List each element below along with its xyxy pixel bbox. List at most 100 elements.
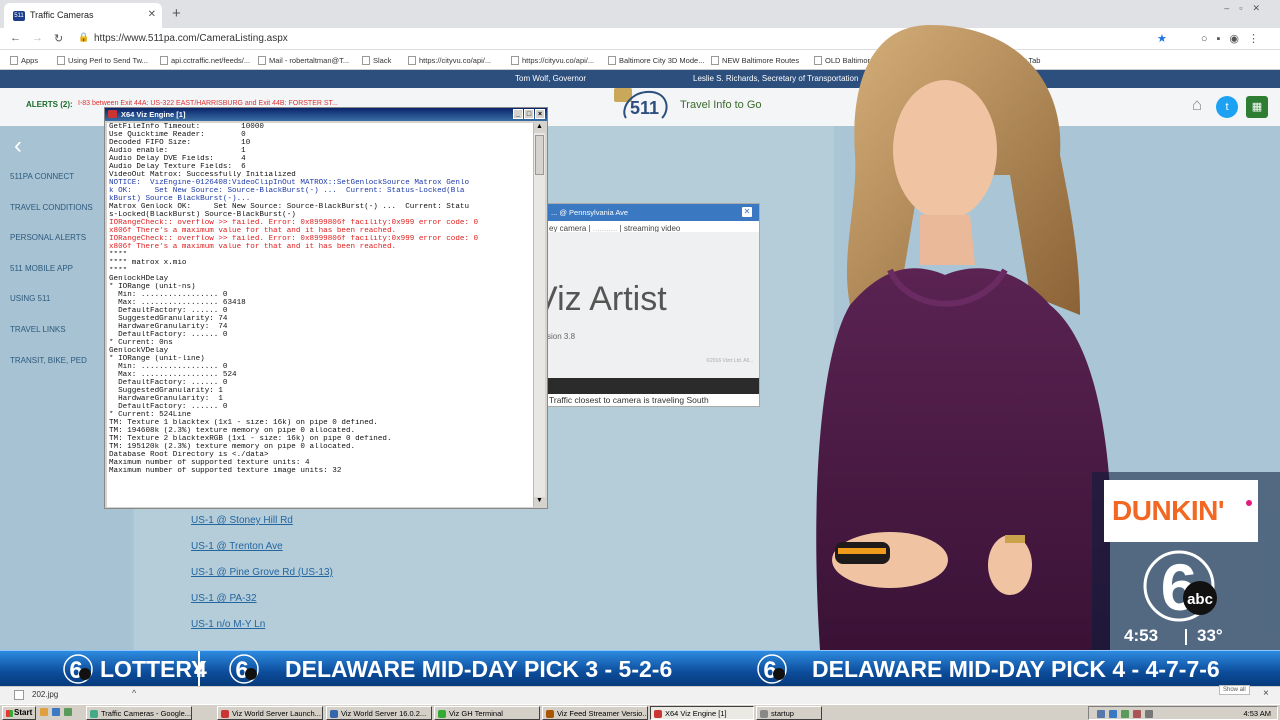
app-icon: [438, 710, 446, 718]
console-line: IORangeCheck:: overflow >> failed. Error…: [109, 219, 479, 227]
taskbar-button-label: startup: [771, 709, 794, 718]
splash-version: sion 3.8: [547, 332, 576, 341]
taskbar-button[interactable]: Viz GH Terminal: [434, 706, 540, 720]
ticker-text: 4: [194, 656, 207, 682]
tray-icon[interactable]: [1121, 710, 1129, 718]
taskbar-button[interactable]: Traffic Cameras - Google...: [86, 706, 192, 720]
map-icon[interactable]: ▦: [1246, 96, 1268, 118]
console-line: SuggestedGranularity: 74: [109, 315, 228, 323]
sidebar-item[interactable]: USING 511: [10, 294, 50, 303]
sponsor-logo: DUNKIN': [1104, 480, 1258, 542]
alert-ticker-text[interactable]: I-83 between Exit 44A: US-322 EAST/HARRI…: [78, 100, 338, 107]
app-icon: [221, 710, 229, 718]
camera-link[interactable]: US-1 @ Pine Grove Rd (US-13): [191, 567, 333, 578]
quicklaunch-ie-icon[interactable]: [52, 708, 60, 716]
taskbar-button[interactable]: Viz Feed Streamer Versio...: [542, 706, 648, 720]
bookmark-item[interactable]: https://cityvu.co/api/...: [408, 56, 491, 65]
console-line: IORangeCheck:: overflow >> failed. Error…: [109, 235, 479, 243]
twitter-icon[interactable]: t: [1216, 96, 1238, 118]
tagline: Travel Info to Go: [680, 99, 762, 111]
camera-image: [547, 378, 759, 394]
bookmark-label: Mail - robertaltman@T...: [269, 56, 350, 65]
console-line: * Current: 524Line: [109, 411, 192, 419]
taskbar-clock[interactable]: 4:53 AM: [1243, 709, 1271, 718]
scroll-down-icon[interactable]: ▼: [534, 497, 545, 507]
channel-6-icon: 6: [757, 654, 787, 684]
bookmark-page-icon: [160, 56, 168, 65]
scroll-up-icon[interactable]: ▲: [534, 123, 545, 133]
console-scrollbar[interactable]: ▲ ▼: [533, 123, 545, 507]
bookmark-item[interactable]: api.cctraffic.net/feeds/...: [160, 56, 250, 65]
browser-tab[interactable]: 511 Traffic Cameras ✕: [4, 3, 162, 28]
tray-icon[interactable]: [1145, 710, 1153, 718]
sidebar-item[interactable]: PERSONAL ALERTS: [10, 233, 86, 242]
bookmark-star-icon[interactable]: ★: [1157, 32, 1167, 45]
home-icon[interactable]: ⌂: [1186, 94, 1208, 116]
taskbar-button-label: Viz GH Terminal: [449, 709, 503, 718]
extensions-menu-icons[interactable]: ○▪◉⋮: [1201, 32, 1268, 45]
popup-title-bar: ... @ Pennsylvania Ave ✕: [547, 204, 759, 221]
taskbar-button[interactable]: Viz World Server Launch...: [217, 706, 323, 720]
bookmark-item[interactable]: Slack: [362, 56, 391, 65]
start-button[interactable]: Start: [2, 706, 36, 720]
quicklaunch-icon[interactable]: [40, 708, 48, 716]
taskbar-button-label: Viz World Server Launch...: [232, 709, 321, 718]
close-downloads-button[interactable]: ×: [1263, 688, 1269, 699]
sidebar-item[interactable]: TRAVEL CONDITIONS: [10, 203, 93, 212]
channel-6-icon: 6: [63, 654, 93, 684]
console-line: NOTICE: VizEngine-0126408:VideoClipInOut…: [109, 179, 470, 187]
alerts-label[interactable]: ALERTS (2):: [26, 100, 73, 109]
quicklaunch-desktop-icon[interactable]: [64, 708, 72, 716]
sidebar-item[interactable]: 511PA CONNECT: [10, 172, 74, 181]
app-icon: [546, 710, 554, 718]
app-icon: [760, 710, 768, 718]
close-button[interactable]: ×: [535, 109, 545, 119]
maximize-button[interactable]: □: [524, 109, 534, 119]
news-ticker: 6 LOTTERY 4 6 DELAWARE MID-DAY PICK 3 - 5-2-…: [0, 650, 1280, 687]
bookmark-item[interactable]: Mail - robertaltman@T...: [258, 56, 349, 65]
windows-logo-icon: [6, 710, 13, 717]
lock-icon: 🔒: [78, 32, 90, 42]
console-title-bar[interactable]: X64 Viz Engine [1] _ □ ×: [105, 108, 547, 121]
download-menu-chevron[interactable]: ^: [132, 688, 136, 698]
tray-icon[interactable]: [1097, 710, 1105, 718]
camera-link[interactable]: US-1 @ Stoney Hill Rd: [191, 515, 293, 526]
show-all-button[interactable]: Show all: [1219, 685, 1250, 695]
back-arrow-icon[interactable]: ←: [10, 32, 21, 44]
camera-link[interactable]: US-1 @ PA-32: [191, 593, 257, 604]
taskbar-button-label: Viz World Server 16.0.2...: [341, 709, 427, 718]
taskbar-button[interactable]: startup: [756, 706, 822, 720]
camera-link[interactable]: US-1 n/o M-Y Ln: [191, 619, 265, 630]
taskbar-button[interactable]: X64 Viz Engine [1]: [650, 706, 754, 720]
scroll-thumb[interactable]: [535, 135, 544, 175]
new-tab-button[interactable]: +: [172, 5, 181, 22]
reload-icon[interactable]: ↻: [54, 32, 63, 45]
app-icon: [330, 710, 338, 718]
taskbar-button[interactable]: Viz World Server 16.0.2...: [326, 706, 432, 720]
console-line: Database Root Directory is <./data>: [109, 451, 269, 459]
previous-arrow-icon[interactable]: ‹: [14, 132, 22, 160]
console-line: * Current: 0ns: [109, 339, 173, 347]
511-logo[interactable]: 511: [612, 80, 672, 126]
close-tab-icon[interactable]: ✕: [148, 9, 156, 20]
sidebar-item[interactable]: 511 MOBILE APP: [10, 264, 73, 273]
bookmark-item[interactable]: Baltimore City 3D Mode...: [608, 56, 704, 65]
bookmark-item[interactable]: Apps: [10, 56, 38, 65]
console-line: Max: ................. 63418: [109, 299, 246, 307]
console-output[interactable]: GetFileInfo Timeout: 10000 Use Quicktime …: [107, 123, 535, 507]
forward-arrow-icon[interactable]: →: [32, 32, 43, 44]
console-line: s-Locked(BlackBurst) Source-BlackBurst(-…: [109, 211, 296, 219]
apps-grid-icon: [10, 56, 18, 65]
bookmark-item[interactable]: Using Perl to Send Tw...: [57, 56, 148, 65]
bookmark-item[interactable]: https://cityvu.co/api/...: [511, 56, 594, 65]
download-file[interactable]: 202.jpg: [32, 690, 58, 699]
tray-icon[interactable]: [1109, 710, 1117, 718]
sidebar-item[interactable]: TRANSIT, BIKE, PED: [10, 356, 87, 365]
sidebar-item[interactable]: TRAVEL LINKS: [10, 325, 66, 334]
tray-icon[interactable]: [1133, 710, 1141, 718]
minimize-button[interactable]: _: [513, 109, 523, 119]
popup-close-icon[interactable]: ✕: [742, 207, 752, 217]
window-controls[interactable]: –▫✕: [1224, 3, 1270, 14]
camera-link[interactable]: US-1 @ Trenton Ave: [191, 541, 283, 552]
url-field[interactable]: https://www.511pa.com/CameraListing.aspx: [94, 33, 288, 44]
